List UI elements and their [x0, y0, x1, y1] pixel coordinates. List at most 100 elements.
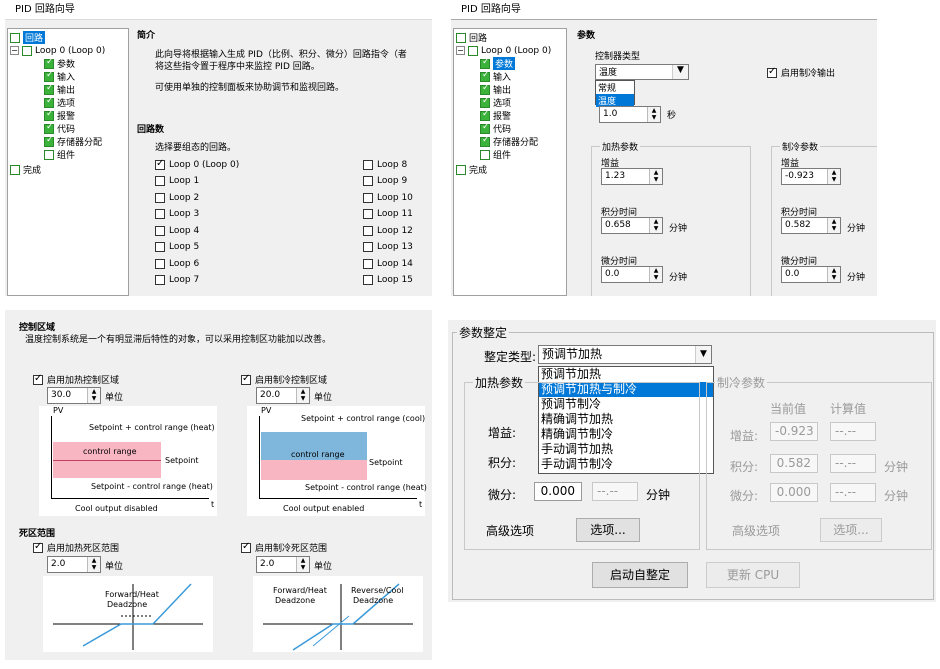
heat-der-spinner[interactable]: 0.0 ▲ ▼ [601, 266, 663, 283]
tree-item-input[interactable]: 输入 [480, 70, 511, 83]
tune-type-select[interactable]: 预调节加热 ▼ [538, 345, 712, 364]
tree-item-code[interactable]: 代码 [44, 122, 75, 135]
option-pre-heat[interactable]: 预调节加热 [539, 367, 713, 382]
loop-checkbox-7[interactable]: Loop 7 [155, 274, 199, 287]
tree-item-code[interactable]: 代码 [480, 122, 511, 135]
tree-item-loop0[interactable]: − Loop 0 (Loop 0) [456, 44, 551, 57]
tree-label: 参数 [57, 60, 76, 70]
loop-checkbox-11[interactable]: Loop 11 [363, 208, 413, 221]
tree-item-params[interactable]: 参数 [480, 57, 516, 70]
cool-zone-checkbox[interactable]: 启用制冷控制区域 [241, 373, 327, 386]
tree-item-params[interactable]: 参数 [44, 57, 75, 70]
tree-item-component[interactable]: 组件 [44, 148, 75, 161]
spin-arrows-icon[interactable]: ▲ ▼ [296, 388, 309, 403]
tree-item-output[interactable]: 输出 [44, 83, 75, 96]
checked-icon [44, 70, 54, 82]
controller-type-select[interactable]: 温度 ▼ [595, 64, 689, 80]
loop-checkbox-13[interactable]: Loop 13 [363, 241, 413, 254]
cool-gain-calc[interactable]: --.-- [830, 422, 876, 441]
heat-int-spinner[interactable]: 0.658 ▲ ▼ [601, 217, 663, 234]
heat-der-calc[interactable]: --.-- [592, 482, 638, 501]
cool-deadzone-spinner[interactable]: 2.0 ▲ ▼ [256, 556, 310, 573]
cool-der-calc[interactable]: --.-- [830, 483, 876, 502]
tree-item-options[interactable]: 选项 [44, 96, 75, 109]
group-title: 制冷参数 [715, 374, 768, 391]
cool-options-button[interactable]: 选项... [820, 518, 882, 542]
collapse-icon[interactable]: − [456, 46, 465, 55]
heat-options-button[interactable]: 选项... [576, 518, 640, 542]
spin-arrows-icon[interactable]: ▲ ▼ [296, 557, 309, 572]
cool-gain-current[interactable]: -0.923 [770, 422, 818, 441]
spin-arrows-icon[interactable]: ▲ ▼ [827, 169, 840, 184]
loop-checkbox-5[interactable]: Loop 5 [155, 241, 199, 254]
loop-checkbox-6[interactable]: Loop 6 [155, 257, 199, 270]
checkbox-label: 启用加热控制区域 [47, 376, 120, 386]
tree-item-finish[interactable]: 完成 [456, 163, 487, 176]
controller-type-list[interactable]: 常规 温度 [595, 80, 635, 107]
spin-arrows-icon[interactable]: ▲ ▼ [649, 169, 662, 184]
cool-disabled-label: Cool output disabled [75, 504, 158, 513]
tree-item-input[interactable]: 输入 [44, 70, 75, 83]
spin-arrows-icon[interactable]: ▲ ▼ [649, 218, 662, 233]
spin-arrows-icon[interactable]: ▲ ▼ [649, 267, 662, 282]
cool-int-unit: 分钟 [884, 460, 909, 474]
spin-arrows-icon[interactable]: ▲ ▼ [87, 388, 100, 403]
heat-deadzone-checkbox[interactable]: 启用加热死区范围 [33, 541, 119, 554]
enable-cool-checkbox[interactable]: 启用制冷输出 [767, 66, 835, 79]
cool-der-current[interactable]: 0.000 [770, 483, 818, 502]
heat-zone-diagram: PV t Setpoint + control range (heat) con… [39, 406, 217, 516]
loop-checkbox-8[interactable]: Loop 8 [363, 158, 407, 171]
loop-checkbox-0[interactable]: Loop 0 (Loop 0) [155, 158, 239, 171]
loop-checkbox-3[interactable]: Loop 3 [155, 208, 199, 221]
loop-checkbox-1[interactable]: Loop 1 [155, 175, 199, 188]
cool-zone-spinner[interactable]: 20.0 ▲ ▼ [256, 387, 310, 404]
checked-icon [480, 96, 490, 108]
loop-checkbox-15[interactable]: Loop 15 [363, 274, 413, 287]
heat-deadzone-spinner[interactable]: 2.0 ▲ ▼ [47, 556, 101, 573]
update-cpu-button[interactable]: 更新 CPU [706, 562, 800, 588]
collapse-icon[interactable]: − [10, 46, 19, 55]
deadzone-label: Deadzone [353, 596, 394, 605]
tree-item-output[interactable]: 输出 [480, 83, 511, 96]
spin-arrows-icon[interactable]: ▲ ▼ [647, 107, 660, 122]
tree-item-loop0[interactable]: − Loop 0 (Loop 0) [10, 44, 105, 57]
heat-der-unit: 分钟 [669, 273, 688, 283]
loop-checkbox-12[interactable]: Loop 12 [363, 224, 413, 237]
cool-int-current[interactable]: 0.582 [770, 454, 818, 473]
tree-item-alarm[interactable]: 报警 [44, 109, 75, 122]
spin-arrows-icon[interactable]: ▲ ▼ [827, 218, 840, 233]
loop-checkbox-2[interactable]: Loop 2 [155, 191, 199, 204]
start-autotune-button[interactable]: 启动自整定 [592, 562, 688, 588]
deadzone-label: Deadzone [275, 596, 316, 605]
tree-item-alarm[interactable]: 报警 [480, 109, 511, 122]
loop-label: Loop 5 [169, 242, 200, 252]
tree-item-memory[interactable]: 存储器分配 [480, 135, 538, 148]
group-title: 制冷参数 [780, 140, 821, 153]
tree-item-finish[interactable]: 完成 [10, 163, 41, 176]
spin-arrows-icon[interactable]: ▲ ▼ [87, 557, 100, 572]
tree-item-options[interactable]: 选项 [480, 96, 511, 109]
loop-checkbox-14[interactable]: Loop 14 [363, 257, 413, 270]
tree-item-component[interactable]: 组件 [480, 148, 511, 161]
heat-zone-checkbox[interactable]: 启用加热控制区域 [33, 373, 119, 386]
tree-item-loops[interactable]: 回路 [456, 31, 487, 44]
loop-checkbox-4[interactable]: Loop 4 [155, 224, 199, 237]
node-check-icon [10, 164, 20, 175]
cool-deadzone-checkbox[interactable]: 启用制冷死区范围 [241, 541, 327, 554]
tree-item-loops[interactable]: 回路 [10, 31, 46, 44]
heat-zone-spinner[interactable]: 30.0 ▲ ▼ [47, 387, 101, 404]
cool-der-spinner[interactable]: 0.0 ▲ ▼ [781, 266, 841, 283]
loop-checkbox-10[interactable]: Loop 10 [363, 191, 413, 204]
heat-gain-spinner[interactable]: 1.23 ▲ ▼ [601, 168, 663, 185]
loop-checkbox-9[interactable]: Loop 9 [363, 175, 407, 188]
cool-gain-spinner[interactable]: -0.923 ▲ ▼ [781, 168, 841, 185]
cool-int-spinner[interactable]: 0.582 ▲ ▼ [781, 217, 841, 234]
heat-der-current[interactable]: 0.000 [534, 482, 582, 501]
tree-item-memory[interactable]: 存储器分配 [44, 135, 102, 148]
cool-int-calc[interactable]: --.-- [830, 454, 876, 473]
loop-label: Loop 9 [377, 176, 408, 186]
option-normal[interactable]: 常规 [596, 81, 634, 94]
group-title: 加热参数 [473, 374, 526, 391]
spin-arrows-icon[interactable]: ▲ ▼ [827, 267, 840, 282]
sample-time-spinner[interactable]: 1.0 ▲ ▼ [599, 106, 661, 123]
